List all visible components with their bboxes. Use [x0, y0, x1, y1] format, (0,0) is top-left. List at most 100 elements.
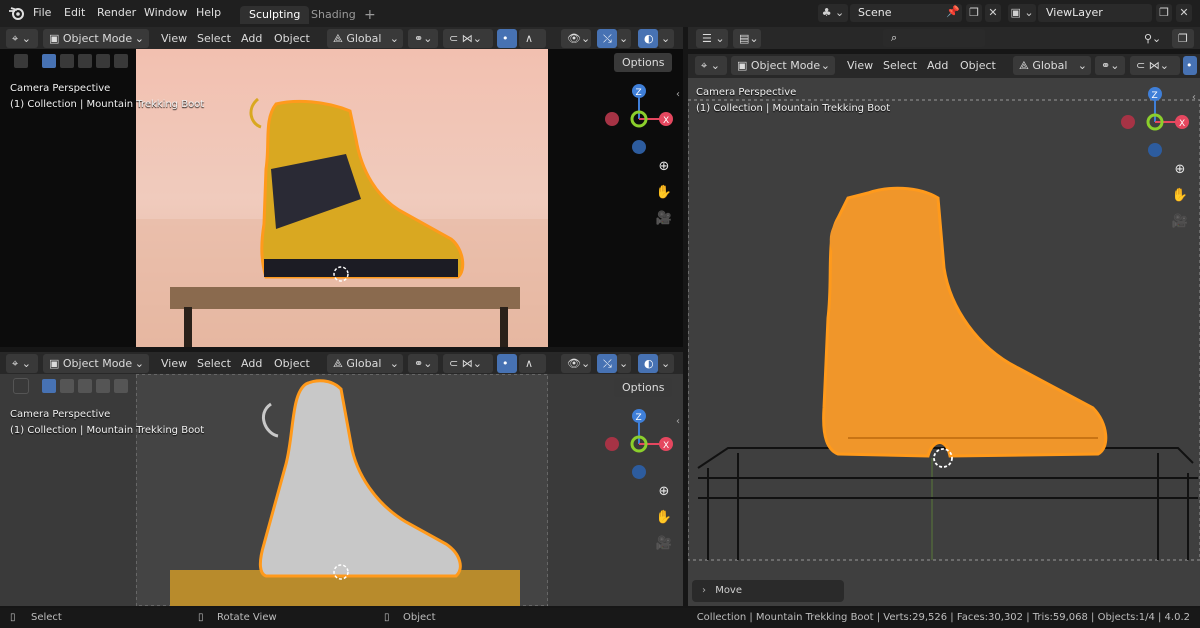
navigation-gizmo[interactable]: Z X [600, 406, 680, 486]
gizmo-dropdown[interactable]: ⌄ [617, 354, 631, 373]
menu-window[interactable]: Window [144, 6, 187, 19]
gizmo-toggle[interactable]: ⤯ [597, 29, 617, 48]
transform-orientation-dropdown[interactable]: ⟁ Global ⌄ [327, 29, 403, 48]
select-menu[interactable]: Select [197, 29, 231, 48]
menu-edit[interactable]: Edit [64, 6, 85, 19]
select-intersect-button[interactable] [114, 379, 128, 393]
viewport-bottom-left[interactable]: Camera Perspective (1) Collection | Moun… [0, 374, 683, 606]
editor-type-button[interactable]: ⌖ ⌄ [695, 56, 727, 75]
transform-orientation-dropdown[interactable]: ⟁ Global ⌄ [1013, 56, 1091, 75]
select-extend-button[interactable] [60, 54, 74, 68]
navigation-gizmo[interactable]: Z X [1116, 84, 1196, 164]
editor-type-button[interactable]: ⌖ ⌄ [6, 354, 38, 373]
add-menu[interactable]: Add [927, 56, 948, 75]
select-menu[interactable]: Select [197, 354, 231, 373]
delete-scene-button[interactable]: ✕ [985, 4, 1001, 22]
proportional-edit-toggle[interactable]: • [1183, 56, 1197, 75]
camera-icon[interactable]: 🎥 [1169, 211, 1191, 233]
select-subtract-button[interactable] [78, 379, 92, 393]
view-menu[interactable]: View [161, 29, 187, 48]
options-button[interactable]: Options [614, 53, 673, 72]
view-layer-name-field[interactable]: ViewLayer [1038, 4, 1152, 22]
object-mode-dropdown[interactable]: ▣ Object Mode ⌄ [43, 354, 149, 373]
object-menu[interactable]: Object [274, 29, 310, 48]
camera-icon[interactable]: 🎥 [653, 208, 675, 230]
overlay-toggle[interactable]: ◐ [638, 354, 658, 373]
select-new-button[interactable] [42, 54, 56, 68]
new-collection-button[interactable]: ❐ [1172, 29, 1194, 48]
pin-icon[interactable]: 📌 [946, 5, 960, 18]
list-icon: ☰ ⌄ [702, 32, 725, 45]
new-scene-button[interactable]: ❐ [966, 4, 982, 22]
scene-type-button[interactable]: ♣ ⌄ [818, 4, 848, 22]
select-new-button[interactable] [42, 379, 56, 393]
blender-logo-icon[interactable] [8, 5, 26, 21]
outliner-editor-type-button[interactable]: ☰ ⌄ [696, 29, 728, 48]
view-menu[interactable]: View [847, 56, 873, 75]
gizmo-x-label: X [663, 441, 669, 451]
object-mode-dropdown[interactable]: ▣ Object Mode ⌄ [43, 29, 149, 48]
snap-dropdown[interactable]: ⊂ ⋈⌄ [443, 354, 493, 373]
select-subtract-button[interactable] [78, 54, 92, 68]
snap-dropdown[interactable]: ⊂ ⋈⌄ [1130, 56, 1180, 75]
view-layer-type-button[interactable]: ▣ ⌄ [1008, 4, 1036, 22]
object-menu[interactable]: Object [960, 56, 996, 75]
visibility-dropdown[interactable]: 👁⌄ [561, 354, 591, 373]
object-menu[interactable]: Object [274, 354, 310, 373]
hand-pan-icon[interactable]: ✋ [1169, 185, 1191, 207]
hand-pan-icon[interactable]: ✋ [653, 182, 675, 204]
snap-dropdown[interactable]: ⊂ ⋈⌄ [443, 29, 493, 48]
scene-icon: ♣ ⌄ [821, 6, 845, 19]
outliner-search-input[interactable]: ⌕ [883, 29, 985, 47]
object-mode-icon: ▣ [49, 357, 63, 370]
overlay-dropdown[interactable]: ⌄ [658, 29, 674, 48]
navigation-gizmo[interactable]: Z X [600, 81, 680, 161]
falloff-dropdown[interactable]: ∧ [519, 354, 546, 373]
viewport-right[interactable]: Camera Perspective (1) Collection | Moun… [688, 78, 1200, 606]
link-icon: ⚭⌄ [414, 32, 433, 45]
active-tool-button[interactable] [13, 378, 29, 394]
select-extend-button[interactable] [60, 379, 74, 393]
select-invert-button[interactable] [96, 379, 110, 393]
falloff-dropdown[interactable]: ∧ [519, 29, 546, 48]
filter-dropdown[interactable]: ⚲⌄ [1138, 29, 1168, 48]
options-button[interactable]: Options [614, 378, 673, 397]
visibility-dropdown[interactable]: 👁⌄ [561, 29, 591, 48]
gizmo-toggle[interactable]: ⤯ [597, 354, 617, 373]
delete-view-layer-button[interactable]: ✕ [1176, 4, 1192, 22]
pivot-point-dropdown[interactable]: ⚭⌄ [408, 354, 438, 373]
overlay-dropdown[interactable]: ⌄ [658, 354, 674, 373]
pivot-point-dropdown[interactable]: ⚭⌄ [1095, 56, 1125, 75]
add-workspace-button[interactable]: + [355, 6, 385, 24]
select-invert-button[interactable] [96, 54, 110, 68]
chevron-down-icon: ⌄ [661, 32, 671, 45]
hand-pan-icon[interactable]: ✋ [653, 507, 675, 529]
scene-name: Scene [858, 6, 892, 19]
active-tool-button[interactable] [14, 54, 28, 68]
pivot-point-dropdown[interactable]: ⚭⌄ [408, 29, 438, 48]
select-intersect-button[interactable] [114, 54, 128, 68]
proportional-edit-toggle[interactable]: • [497, 354, 517, 373]
menu-help[interactable]: Help [196, 6, 221, 19]
add-menu[interactable]: Add [241, 354, 262, 373]
tab-sculpting[interactable]: Sculpting [240, 6, 310, 24]
transform-orientation-dropdown[interactable]: ⟁ Global ⌄ [327, 354, 403, 373]
camera-icon[interactable]: 🎥 [653, 533, 675, 555]
proportional-edit-toggle[interactable]: • [497, 29, 517, 48]
editor-type-button[interactable]: ⌖ ⌄ [6, 29, 38, 48]
object-mode-dropdown[interactable]: ▣ Object Mode ⌄ [731, 56, 835, 75]
zoom-icon[interactable]: ⊕ [1169, 159, 1191, 181]
viewport-top-left[interactable]: Camera Perspective (1) Collection | Moun… [0, 49, 683, 347]
zoom-icon[interactable]: ⊕ [653, 156, 675, 178]
view-menu[interactable]: View [161, 354, 187, 373]
menu-file[interactable]: File [33, 6, 51, 19]
last-operator-panel[interactable]: › Move [692, 580, 844, 602]
gizmo-dropdown[interactable]: ⌄ [617, 29, 631, 48]
zoom-icon[interactable]: ⊕ [653, 481, 675, 503]
new-view-layer-button[interactable]: ❐ [1156, 4, 1172, 22]
menu-render[interactable]: Render [97, 6, 136, 19]
overlay-toggle[interactable]: ◐ [638, 29, 658, 48]
select-menu[interactable]: Select [883, 56, 917, 75]
display-mode-button[interactable]: ▤⌄ [733, 29, 761, 48]
add-menu[interactable]: Add [241, 29, 262, 48]
